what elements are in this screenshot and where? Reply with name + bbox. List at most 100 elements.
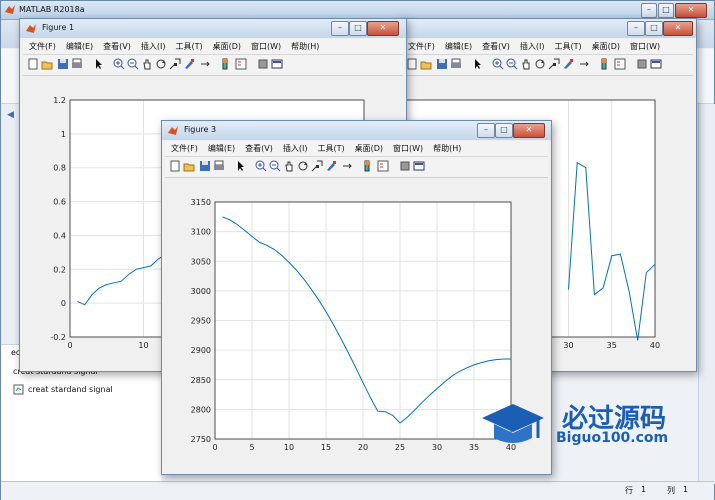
menu-item[interactable]: 工具(T) [311,141,348,154]
y-tick-label: 2800 [191,405,211,414]
arrow-pointer-icon[interactable] [235,160,247,172]
main-close-button[interactable]: ✕ [675,3,707,18]
legend-icon[interactable] [377,160,389,172]
menu-item[interactable]: 编辑(E) [439,39,476,52]
y-tick-label: 0.6 [53,198,66,207]
matlab-figure-icon [26,23,36,33]
menu-item[interactable]: 查看(V) [476,39,514,52]
print-icon[interactable] [450,58,462,70]
hide-plot-tools-icon[interactable] [399,160,411,172]
pan-icon[interactable] [283,160,295,172]
y-tick-label: 3000 [191,287,211,296]
main-maximize-button[interactable]: □ [658,3,674,18]
x-tick-label: 0 [212,443,217,452]
data-cursor-icon[interactable] [311,160,323,172]
rotate-icon[interactable] [155,58,167,70]
zoom-out-icon[interactable] [269,160,281,172]
link-plot-icon[interactable] [341,160,353,172]
figure1-title: Figure 1 [42,23,75,32]
new-file-icon[interactable] [406,58,418,70]
open-file-icon[interactable] [420,58,432,70]
colorbar-icon[interactable] [361,160,373,172]
zoom-out-icon[interactable] [127,58,139,70]
rotate-icon[interactable] [297,160,309,172]
print-icon[interactable] [213,160,225,172]
figure2-close-button[interactable]: ✕ [663,21,693,36]
y-tick-label: 1 [61,130,66,139]
save-icon[interactable] [199,160,211,172]
main-minimize-button[interactable]: – [641,3,657,18]
open-file-icon[interactable] [41,58,53,70]
arrow-pointer-icon[interactable] [93,58,105,70]
zoom-out-icon[interactable] [506,58,518,70]
save-icon[interactable] [436,58,448,70]
y-tick-label: 2750 [191,435,211,444]
menu-item[interactable]: 帮助(H) [427,141,465,154]
menu-item[interactable]: 编辑(E) [60,39,97,52]
zoom-in-icon[interactable] [492,58,504,70]
menu-item[interactable]: 查看(V) [97,39,135,52]
brush-icon[interactable] [325,160,337,172]
figure3-minimize-button[interactable]: – [477,123,495,138]
figure2-maximize-button[interactable]: □ [645,21,663,36]
figure2-minimize-button[interactable]: – [627,21,645,36]
data-cursor-icon[interactable] [548,58,560,70]
show-plot-tools-icon[interactable] [413,160,425,172]
zoom-in-icon[interactable] [255,160,267,172]
legend-icon[interactable] [235,58,247,70]
figure1-titlebar: Figure 1 – □ ✕ [20,19,406,38]
new-file-icon[interactable] [169,160,181,172]
show-plot-tools-icon[interactable] [650,58,662,70]
y-tick-label: -0.2 [50,333,66,342]
hide-plot-tools-icon[interactable] [257,58,269,70]
figure1-minimize-button[interactable]: – [331,21,349,36]
colorbar-icon[interactable] [598,58,610,70]
print-icon[interactable] [71,58,83,70]
y-tick-label: 2950 [191,317,211,326]
legend-icon[interactable] [614,58,626,70]
figure3-maximize-button[interactable]: □ [495,123,513,138]
brush-icon[interactable] [183,58,195,70]
menu-item[interactable]: 窗口(W) [624,39,664,52]
arrow-pointer-icon[interactable] [472,58,484,70]
new-file-icon[interactable] [27,58,39,70]
figure3-close-button[interactable]: ✕ [513,123,545,138]
menu-item[interactable]: 编辑(E) [202,141,239,154]
left-arrow-icon[interactable]: ◀ [7,110,14,120]
link-plot-icon[interactable] [578,58,590,70]
pan-icon[interactable] [141,58,153,70]
data-cursor-icon[interactable] [169,58,181,70]
menu-item[interactable]: 文件(F) [402,39,439,52]
menu-item[interactable]: 查看(V) [239,141,277,154]
menu-item[interactable]: 插入(I) [135,39,170,52]
menu-item[interactable]: 工具(T) [548,39,585,52]
y-tick-label: 3100 [191,228,211,237]
figure1-maximize-button[interactable]: □ [349,21,367,36]
menu-item[interactable]: 插入(I) [277,141,312,154]
menu-item[interactable]: 帮助(H) [285,39,323,52]
menu-item[interactable]: 窗口(W) [245,39,285,52]
menu-item[interactable]: 文件(F) [23,39,60,52]
rotate-icon[interactable] [534,58,546,70]
statusbar: 行 1 列 1 [1,481,714,500]
watermark-logo: 必过源码 Biguo100.com [480,396,690,452]
menu-item[interactable]: 文件(F) [165,141,202,154]
menu-item[interactable]: 桌面(D) [586,39,624,52]
link-plot-icon[interactable] [199,58,211,70]
save-icon[interactable] [57,58,69,70]
menu-item[interactable]: 工具(T) [169,39,206,52]
show-plot-tools-icon[interactable] [271,58,283,70]
menu-item[interactable]: 插入(I) [514,39,549,52]
menu-item[interactable]: 桌面(D) [349,141,387,154]
hide-plot-tools-icon[interactable] [636,58,648,70]
menu-item[interactable]: 桌面(D) [207,39,245,52]
brush-icon[interactable] [562,58,574,70]
figure1-close-button[interactable]: ✕ [367,21,399,36]
menu-item[interactable]: 窗口(W) [387,141,427,154]
colorbar-icon[interactable] [219,58,231,70]
pan-icon[interactable] [520,58,532,70]
zoom-in-icon[interactable] [113,58,125,70]
open-file-icon[interactable] [183,160,195,172]
x-tick-label: 30 [432,443,442,452]
figure1-toolbar [23,55,403,76]
